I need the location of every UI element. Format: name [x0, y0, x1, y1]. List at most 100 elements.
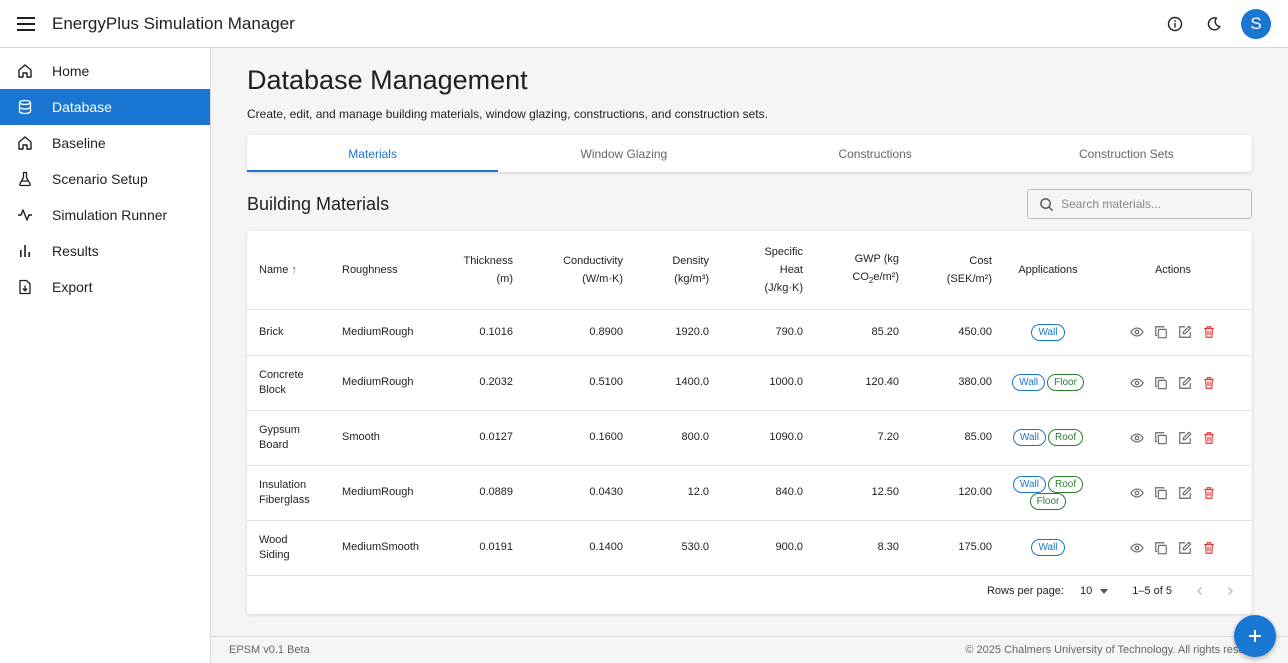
tab-constructions[interactable]: Constructions: [750, 135, 1001, 172]
avatar[interactable]: S: [1241, 8, 1271, 39]
application-chip-wall: Wall: [1012, 475, 1046, 493]
column-header-name[interactable]: Name ↑: [247, 231, 336, 310]
bar-chart-icon: [16, 242, 34, 260]
next-page-button[interactable]: [1216, 577, 1244, 605]
table-row: Concrete Block MediumRough 0.2032 0.5100 1400…: [247, 355, 1252, 411]
tab-construction-sets[interactable]: Construction Sets: [1001, 135, 1252, 172]
view-icon[interactable]: [1130, 375, 1145, 390]
tab-window-glazing[interactable]: Window Glazing: [498, 135, 749, 172]
delete-icon[interactable]: [1202, 485, 1217, 500]
cell-density: 1920.0: [633, 309, 719, 356]
tab-bar: Materials Window Glazing Constructions C…: [247, 135, 1252, 172]
cell-gwp: 8.30: [813, 520, 909, 576]
cell-thickness: 0.0889: [447, 465, 523, 521]
column-header-density[interactable]: Density (kg/m³): [633, 231, 719, 310]
cell-conductivity: 0.5100: [523, 355, 633, 411]
add-material-button[interactable]: [1234, 615, 1276, 657]
edit-icon[interactable]: [1178, 485, 1193, 500]
cell-actions: [1094, 410, 1252, 466]
rows-per-page-value: 10: [1079, 585, 1093, 597]
view-icon[interactable]: [1130, 485, 1145, 500]
cell-roughness: MediumRough: [336, 355, 447, 411]
cell-roughness: MediumRough: [336, 309, 447, 356]
column-header-roughness[interactable]: Roughness: [336, 231, 447, 310]
sidebar-item-results[interactable]: Results: [0, 233, 210, 269]
duplicate-icon[interactable]: [1154, 540, 1169, 555]
application-chip-wall: Wall: [1031, 323, 1065, 341]
application-chip-roof: Roof: [1047, 429, 1084, 446]
cell-thickness: 0.0127: [447, 410, 523, 466]
column-header-conductivity[interactable]: Conductivity (W/m·K): [523, 231, 633, 310]
column-header-gwp[interactable]: GWP (kg CO2e/m²): [813, 231, 909, 310]
plus-icon: [1249, 630, 1261, 642]
cell-name: Brick: [247, 309, 336, 356]
search-input[interactable]: [1061, 197, 1241, 211]
sidebar-item-label: Baseline: [52, 135, 106, 151]
rows-per-page-select[interactable]: 10: [1079, 585, 1109, 597]
delete-icon[interactable]: [1202, 430, 1217, 445]
cell-roughness: MediumRough: [336, 465, 447, 521]
delete-icon[interactable]: [1202, 540, 1217, 555]
sort-ascending-icon[interactable]: ↑: [291, 264, 297, 276]
search-box: [1027, 189, 1252, 219]
pagination: Rows per page: 10 1–5 of 5: [247, 576, 1252, 606]
dark-mode-icon[interactable]: [1200, 10, 1228, 38]
previous-page-button[interactable]: [1186, 577, 1214, 605]
cell-cost: 380.00: [909, 355, 1002, 411]
activity-icon: [16, 206, 34, 224]
cell-density: 530.0: [633, 520, 719, 576]
tab-materials[interactable]: Materials: [247, 135, 499, 172]
sidebar-item-label: Simulation Runner: [52, 207, 168, 223]
sidebar: Home Database Baseline Scenario Setup Si…: [0, 48, 211, 663]
cell-conductivity: 0.1600: [523, 410, 633, 466]
sidebar-item-baseline[interactable]: Baseline: [0, 125, 210, 161]
cell-applications: Wall: [1002, 520, 1094, 576]
cell-applications: Wall RoofFloor: [1002, 465, 1094, 521]
section-title: Building Materials: [247, 194, 390, 214]
cell-cost: 85.00: [909, 410, 1002, 466]
edit-icon[interactable]: [1178, 375, 1193, 390]
edit-icon[interactable]: [1178, 430, 1193, 445]
duplicate-icon[interactable]: [1154, 375, 1169, 390]
sidebar-item-database[interactable]: Database: [0, 89, 210, 125]
menu-icon[interactable]: [14, 12, 38, 36]
chevron-down-icon: [1100, 588, 1109, 594]
flask-icon: [16, 170, 34, 188]
column-header-cost[interactable]: Cost (SEK/m²): [909, 231, 1002, 310]
cell-name: Concrete Block: [247, 355, 336, 411]
pagination-range: 1–5 of 5: [1132, 585, 1172, 597]
materials-table-card: Name ↑ Roughness Thickness (m) Conductivit…: [247, 231, 1252, 614]
edit-icon[interactable]: [1178, 325, 1193, 340]
cell-actions: [1094, 355, 1252, 411]
duplicate-icon[interactable]: [1154, 325, 1169, 340]
cell-cost: 175.00: [909, 520, 1002, 576]
chevron-left-icon: [1197, 587, 1202, 595]
duplicate-icon[interactable]: [1154, 485, 1169, 500]
view-icon[interactable]: [1130, 430, 1145, 445]
info-icon[interactable]: [1161, 10, 1189, 38]
search-icon: [1039, 196, 1055, 212]
cell-density: 1400.0: [633, 355, 719, 411]
home-icon: [16, 62, 34, 80]
sidebar-item-home[interactable]: Home: [0, 53, 210, 89]
app-title: EnergyPlus Simulation Manager: [52, 13, 295, 33]
cell-density: 800.0: [633, 410, 719, 466]
view-icon[interactable]: [1130, 325, 1145, 340]
sidebar-item-label: Database: [52, 99, 112, 115]
column-header-specific-heat[interactable]: Specific Heat (J/kg·K): [719, 231, 813, 310]
view-icon[interactable]: [1130, 540, 1145, 555]
delete-icon[interactable]: [1202, 375, 1217, 390]
cell-name: Insulation Fiberglass: [247, 465, 336, 521]
sidebar-item-simulation-runner[interactable]: Simulation Runner: [0, 197, 210, 233]
cell-specific-heat: 790.0: [719, 309, 813, 356]
edit-icon[interactable]: [1178, 540, 1193, 555]
cell-conductivity: 0.0430: [523, 465, 633, 521]
application-chip-floor: Floor: [1047, 374, 1084, 391]
cell-gwp: 120.40: [813, 355, 909, 411]
sidebar-item-scenario-setup[interactable]: Scenario Setup: [0, 161, 210, 197]
delete-icon[interactable]: [1202, 325, 1217, 340]
cell-cost: 450.00: [909, 309, 1002, 356]
sidebar-item-export[interactable]: Export: [0, 269, 210, 305]
column-header-thickness[interactable]: Thickness (m): [447, 231, 523, 310]
duplicate-icon[interactable]: [1154, 430, 1169, 445]
